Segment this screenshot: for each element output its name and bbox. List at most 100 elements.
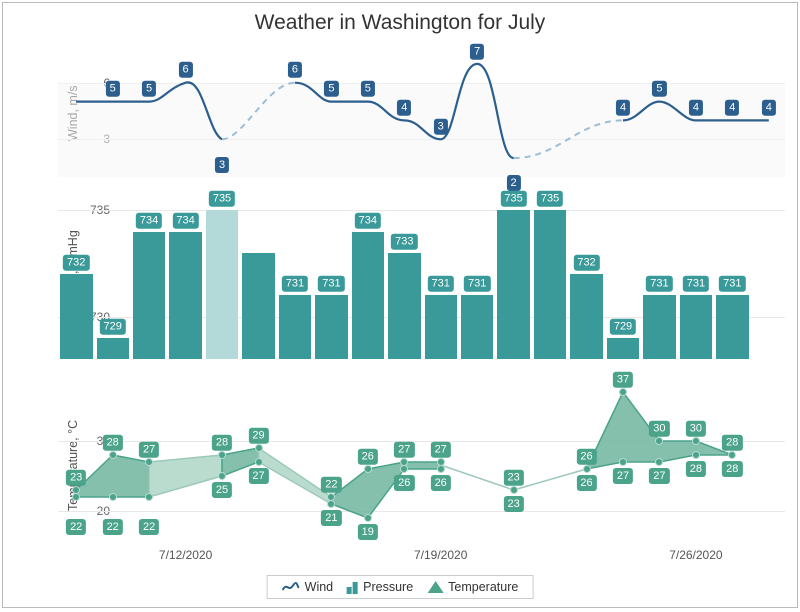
- pressure-pane: Pressure, mmHg 730 735 732 729 734 734 7…: [58, 189, 785, 359]
- temperature-data-label: 26: [576, 475, 596, 491]
- wind-data-label: 4: [689, 100, 703, 116]
- wind-data-label: 3: [215, 157, 229, 173]
- temperature-data-label: 23: [503, 496, 523, 512]
- temperature-data-label: 26: [358, 449, 378, 465]
- pressure-data-label: 735: [500, 191, 526, 207]
- wind-spline: [58, 45, 787, 177]
- temperature-data-label: 23: [66, 470, 86, 486]
- temperature-data-label: 22: [321, 477, 341, 493]
- pressure-bar: [97, 338, 130, 359]
- pressure-bar: [279, 295, 312, 359]
- pressure-bar: [133, 232, 166, 360]
- wind-data-label: 6: [288, 62, 302, 78]
- pressure-bar: [315, 295, 348, 359]
- wind-data-label: 5: [324, 81, 338, 97]
- pressure-data-label: 731: [646, 276, 672, 292]
- pressure-data-label: 731: [683, 276, 709, 292]
- temperature-data-label: 27: [139, 442, 159, 458]
- temperature-data-label: 30: [649, 421, 669, 437]
- wind-data-label: 5: [106, 81, 120, 97]
- wind-data-label: 5: [652, 81, 666, 97]
- temperature-data-label: 28: [722, 435, 742, 451]
- temperature-data-label: 22: [103, 519, 123, 535]
- pressure-data-label: 731: [719, 276, 745, 292]
- wind-data-label: 3: [434, 119, 448, 135]
- pressure-data-label: 732: [63, 255, 89, 271]
- pressure-data-label: 732: [573, 255, 599, 271]
- wind-data-label: 7: [470, 44, 484, 60]
- pressure-bar-hover: [206, 210, 239, 359]
- wind-data-label: 4: [616, 100, 630, 116]
- triangle-icon: [427, 581, 443, 593]
- temperature-data-label: 28: [686, 461, 706, 477]
- pressure-data-label: 733: [391, 234, 417, 250]
- temperature-pane: Temperature, °C 20 30 23 28 27 28 29 22 …: [58, 371, 785, 546]
- pressure-data-label: 731: [464, 276, 490, 292]
- x-axis: 7/12/2020 7/19/2020 7/26/2020: [58, 548, 785, 566]
- temperature-data-label: 27: [613, 468, 633, 484]
- temperature-data-label: 25: [212, 482, 232, 498]
- wind-data-label: 5: [361, 81, 375, 97]
- x-tick-label: 7/26/2020: [669, 548, 722, 562]
- spline-icon: [282, 580, 300, 594]
- pressure-bar: [169, 232, 202, 360]
- temperature-data-label: 22: [139, 519, 159, 535]
- pressure-data-label: 729: [100, 319, 126, 335]
- temperature-data-label: 22: [66, 519, 86, 535]
- pressure-data-label: 729: [610, 319, 636, 335]
- pressure-data-label: 734: [136, 213, 162, 229]
- pressure-data-label: 734: [172, 213, 198, 229]
- pressure-data-label: 734: [355, 213, 381, 229]
- legend-label: Pressure: [363, 580, 413, 594]
- temperature-data-label: 19: [358, 524, 378, 540]
- pressure-bar: [461, 295, 494, 359]
- temperature-data-label: 27: [649, 468, 669, 484]
- wind-data-label: 6: [179, 62, 193, 78]
- wind-data-label: 4: [762, 100, 776, 116]
- pressure-bar: [716, 295, 749, 359]
- chart-title: Weather in Washington for July: [3, 11, 797, 35]
- pressure-data-label: 735: [209, 191, 235, 207]
- legend-item-wind[interactable]: Wind: [282, 580, 333, 594]
- pressure-data-label: 731: [282, 276, 308, 292]
- wind-pane: Wind, m/s 3 6 5 5 6 3 6 5 5 4 3 7 2 4 5 …: [58, 45, 785, 177]
- wind-data-label: 4: [725, 100, 739, 116]
- temperature-range-area: [58, 371, 787, 546]
- temperature-data-label: 28: [103, 435, 123, 451]
- pressure-bar: [643, 295, 676, 359]
- pressure-bar: [60, 274, 93, 359]
- legend-label: Wind: [305, 580, 333, 594]
- temperature-data-label: 27: [248, 468, 268, 484]
- legend-item-pressure[interactable]: Pressure: [347, 580, 413, 594]
- chart-frame: { "title": "Weather in Washington for Ju…: [2, 2, 798, 608]
- temperature-data-label: 26: [576, 449, 596, 465]
- temperature-data-label: 26: [394, 475, 414, 491]
- temperature-data-label: 37: [613, 372, 633, 388]
- pressure-bar: [388, 253, 421, 359]
- bar-icon: [347, 580, 358, 594]
- pressure-data-label: 731: [318, 276, 344, 292]
- pressure-bar: [497, 210, 530, 359]
- temperature-data-label: 27: [394, 442, 414, 458]
- pressure-data-label: 735: [537, 191, 563, 207]
- temperature-data-label: 30: [686, 421, 706, 437]
- pressure-bar: [352, 232, 385, 360]
- pressure-bar: [607, 338, 640, 359]
- pressure-bar: [534, 210, 567, 359]
- pressure-bar: [425, 295, 458, 359]
- temperature-data-label: 29: [248, 428, 268, 444]
- temperature-data-label: 28: [212, 435, 232, 451]
- pressure-data-label: 731: [428, 276, 454, 292]
- pressure-bar: [242, 253, 275, 359]
- temperature-data-label: 26: [431, 475, 451, 491]
- x-tick-label: 7/19/2020: [414, 548, 467, 562]
- temperature-data-label: 23: [503, 470, 523, 486]
- pressure-bar: [570, 274, 603, 359]
- wind-data-label: 5: [142, 81, 156, 97]
- pressure-bar: [680, 295, 713, 359]
- temperature-data-label: 28: [722, 461, 742, 477]
- wind-data-label: 4: [397, 100, 411, 116]
- legend-label: Temperature: [448, 580, 518, 594]
- temperature-data-label: 27: [431, 442, 451, 458]
- legend-item-temperature[interactable]: Temperature: [427, 580, 518, 594]
